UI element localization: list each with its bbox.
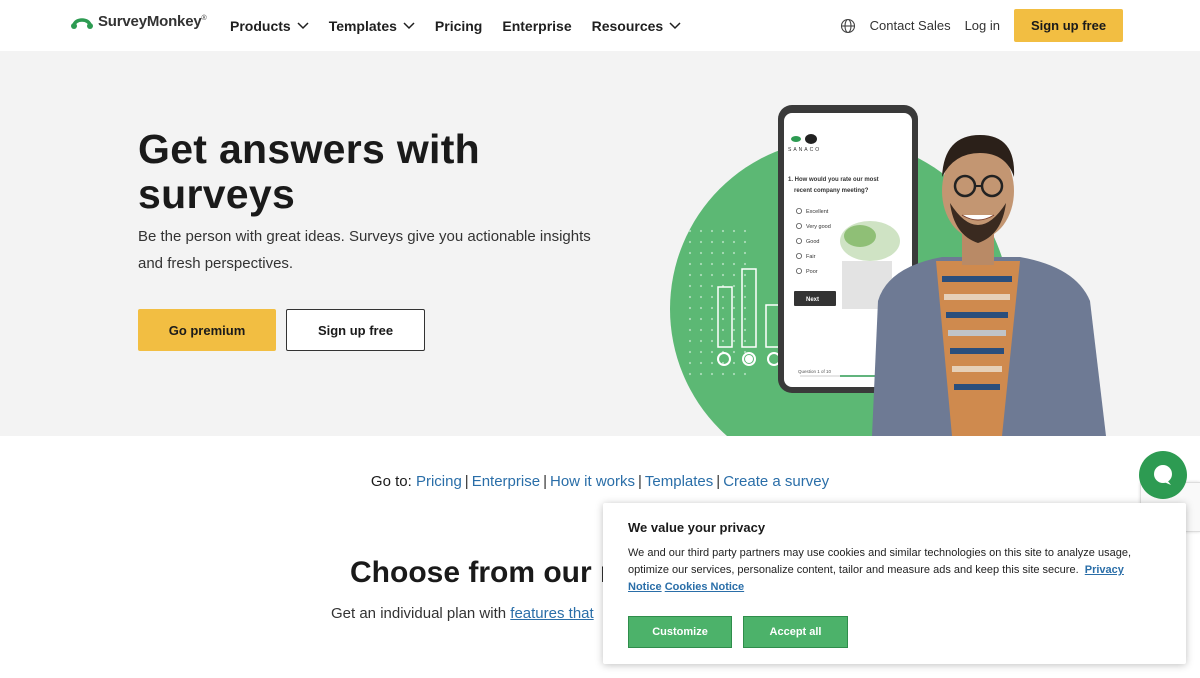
cookie-body: We and our third party partners may use … bbox=[628, 545, 1148, 596]
cookie-title: We value your privacy bbox=[628, 520, 766, 535]
cookie-body-text: We and our third party partners may use … bbox=[628, 547, 1132, 576]
goto-prefix: Go to: bbox=[370, 473, 412, 490]
hero-illustration: SANACO 1. How would you rate our most re… bbox=[670, 105, 1106, 436]
logo[interactable]: SurveyMonkey® bbox=[70, 12, 207, 30]
phone-option-0: Excellent bbox=[806, 209, 829, 215]
chevron-down-icon bbox=[403, 21, 415, 29]
nav-products[interactable]: Products bbox=[230, 18, 309, 34]
main-nav: Products Templates Pricing Enterprise Re… bbox=[230, 0, 681, 51]
nav-resources[interactable]: Resources bbox=[592, 18, 682, 34]
phone-option-2: Good bbox=[806, 239, 819, 245]
phone-next: Next bbox=[806, 297, 819, 303]
chevron-down-icon bbox=[669, 21, 681, 29]
nav-products-label: Products bbox=[230, 17, 291, 34]
accept-all-button[interactable]: Accept all bbox=[743, 616, 848, 648]
nav-pricing[interactable]: Pricing bbox=[435, 18, 482, 34]
chat-bubble-icon bbox=[1154, 465, 1172, 485]
go-premium-button[interactable]: Go premium bbox=[138, 309, 276, 351]
cookies-notice-link[interactable]: Cookies Notice bbox=[665, 581, 744, 593]
hero-subtitle: Be the person with great ideas. Surveys … bbox=[138, 228, 591, 272]
nav-right: Contact Sales Log in Sign up free bbox=[840, 9, 1123, 42]
hero-signup-button[interactable]: Sign up free bbox=[286, 309, 425, 351]
hero-section: Get answers with surveys Be the person w… bbox=[0, 51, 1200, 436]
plans-subtitle: Get an individual plan with features tha… bbox=[331, 605, 594, 622]
cookie-banner: We value your privacy We and our third p… bbox=[603, 503, 1186, 664]
contact-sales-link[interactable]: Contact Sales bbox=[870, 18, 951, 33]
hero-title: Get answers with surveys bbox=[138, 126, 481, 217]
phone-progress: Question 1 of 10 bbox=[798, 369, 832, 374]
top-nav: SurveyMonkey® Products Templates Pricing… bbox=[0, 0, 1200, 51]
goto-separator: | bbox=[543, 473, 547, 490]
nav-resources-label: Resources bbox=[591, 17, 664, 34]
phone-question-1: 1. How would you rate our most bbox=[788, 177, 879, 183]
nav-pricing-label: Pricing bbox=[434, 17, 483, 34]
nav-templates-label: Templates bbox=[328, 17, 397, 34]
phone-option-4: Poor bbox=[806, 269, 818, 275]
phone-brand: SANACO bbox=[788, 147, 821, 153]
login-link[interactable]: Log in bbox=[965, 18, 1000, 33]
goto-separator: | bbox=[716, 473, 721, 490]
plans-subtitle-text: Get an individual plan with bbox=[331, 605, 511, 622]
goto-bar: Go to: Pricing | Enterprise | How it works | T… bbox=[0, 473, 1200, 490]
nav-templates[interactable]: Templates bbox=[329, 18, 415, 34]
goto-separator: | bbox=[638, 473, 642, 490]
goto-create-survey-link[interactable]: Create a survey bbox=[723, 473, 829, 490]
goto-pricing-link[interactable]: Pricing bbox=[416, 473, 462, 490]
nav-enterprise[interactable]: Enterprise bbox=[502, 18, 571, 34]
chat-button[interactable] bbox=[1139, 451, 1187, 499]
phone-option-3: Fair bbox=[806, 254, 816, 260]
goto-templates-link[interactable]: Templates bbox=[645, 473, 713, 490]
globe-icon[interactable] bbox=[840, 18, 856, 34]
customize-button[interactable]: Customize bbox=[628, 616, 732, 648]
chevron-down-icon bbox=[297, 21, 309, 29]
surveymonkey-logo-icon bbox=[71, 18, 93, 29]
nav-enterprise-label: Enterprise bbox=[502, 17, 572, 34]
goto-separator: | bbox=[464, 473, 469, 490]
plans-title: Choose from our m bbox=[350, 556, 627, 589]
phone-question-2: recent company meeting? bbox=[794, 188, 869, 194]
logo-text: SurveyMonkey® bbox=[98, 12, 207, 30]
goto-how-it-works-link[interactable]: How it works bbox=[550, 473, 635, 490]
goto-enterprise-link[interactable]: Enterprise bbox=[472, 473, 540, 490]
plans-features-link[interactable]: features that bbox=[510, 605, 593, 622]
phone-option-1: Very good bbox=[806, 224, 831, 230]
signup-button[interactable]: Sign up free bbox=[1014, 9, 1123, 42]
